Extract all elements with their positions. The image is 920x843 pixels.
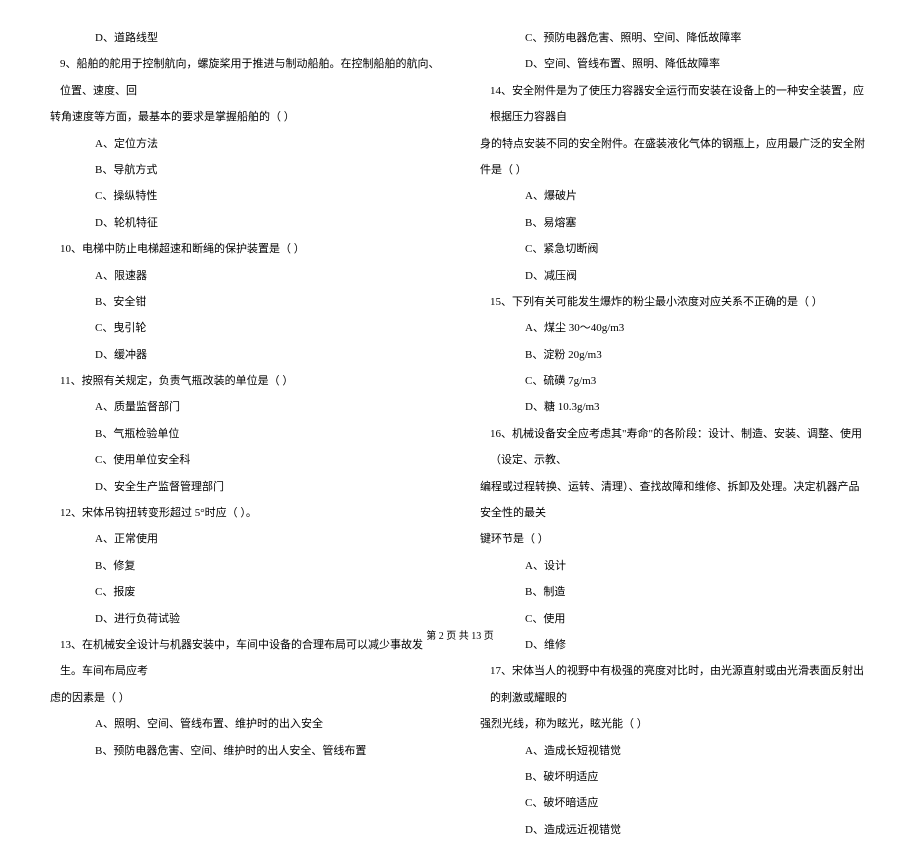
q14-text: 14、安全附件是为了使压力容器安全运行而安装在设备上的一种安全装置，应根据压力容… bbox=[480, 78, 870, 131]
q9-option-c: C、操纵特性 bbox=[50, 183, 440, 209]
q17-text: 17、宋体当人的视野中有极强的亮度对比时，由光源直射或由光滑表面反射出的刺激或耀… bbox=[480, 658, 870, 711]
q9-text-cont: 转角速度等方面，最基本的要求是掌握船舶的（ ） bbox=[50, 104, 440, 130]
content-columns: D、道路线型 9、船舶的舵用于控制航向，螺旋桨用于推进与制动船舶。在控制船舶的航… bbox=[50, 25, 870, 605]
q17-option-c: C、破坏暗适应 bbox=[480, 790, 870, 816]
q14-option-d: D、减压阀 bbox=[480, 263, 870, 289]
q17-text-cont: 强烈光线，称为眩光，眩光能（ ） bbox=[480, 711, 870, 737]
q9-text: 9、船舶的舵用于控制航向，螺旋桨用于推进与制动船舶。在控制船舶的航向、位置、速度… bbox=[50, 51, 440, 104]
q13-option-c: C、预防电器危害、照明、空间、降低故障率 bbox=[480, 25, 870, 51]
q16-text-cont1: 编程或过程转换、运转、清理）、查找故障和维修、拆卸及处理。决定机器产品安全性的最… bbox=[480, 474, 870, 527]
q14-text-cont: 身的特点安装不同的安全附件。在盛装液化气体的钢瓶上，应用最广泛的安全附件是（ ） bbox=[480, 131, 870, 184]
q16-text: 16、机械设备安全应考虑其"寿命"的各阶段：设计、制造、安装、调整、使用（设定、… bbox=[480, 421, 870, 474]
q15-option-a: A、煤尘 30～40g/m3 bbox=[480, 315, 870, 341]
q14-option-a: A、爆破片 bbox=[480, 183, 870, 209]
q11-option-b: B、气瓶检验单位 bbox=[50, 421, 440, 447]
q16-text-cont2: 键环节是（ ） bbox=[480, 526, 870, 552]
q10-option-a: A、限速器 bbox=[50, 263, 440, 289]
q17-option-d: D、造成远近视错觉 bbox=[480, 817, 870, 843]
q10-option-d: D、缓冲器 bbox=[50, 342, 440, 368]
q10-option-c: C、曳引轮 bbox=[50, 315, 440, 341]
q9-option-a: A、定位方法 bbox=[50, 131, 440, 157]
q13-text-cont: 虑的因素是（ ） bbox=[50, 685, 440, 711]
q14-option-c: C、紧急切断阀 bbox=[480, 236, 870, 262]
q17-option-a: A、造成长短视错觉 bbox=[480, 738, 870, 764]
q8-option-d: D、道路线型 bbox=[50, 25, 440, 51]
q13-option-b: B、预防电器危害、空间、维护时的出人安全、管线布置 bbox=[50, 738, 440, 764]
q10-text: 10、电梯中防止电梯超速和断绳的保护装置是（ ） bbox=[50, 236, 440, 262]
q16-option-b: B、制造 bbox=[480, 579, 870, 605]
q11-text: 11、按照有关规定，负责气瓶改装的单位是（ ） bbox=[50, 368, 440, 394]
q13-option-d: D、空间、管线布置、照明、降低故障率 bbox=[480, 51, 870, 77]
left-column: D、道路线型 9、船舶的舵用于控制航向，螺旋桨用于推进与制动船舶。在控制船舶的航… bbox=[50, 25, 440, 605]
q9-option-d: D、轮机特征 bbox=[50, 210, 440, 236]
q15-option-d: D、糖 10.3g/m3 bbox=[480, 394, 870, 420]
q17-option-b: B、破坏明适应 bbox=[480, 764, 870, 790]
q13-option-a: A、照明、空间、管线布置、维护时的出入安全 bbox=[50, 711, 440, 737]
page-footer: 第 2 页 共 13 页 bbox=[0, 627, 920, 642]
q11-option-d: D、安全生产监督管理部门 bbox=[50, 474, 440, 500]
q12-option-c: C、报废 bbox=[50, 579, 440, 605]
q15-option-b: B、淀粉 20g/m3 bbox=[480, 342, 870, 368]
q11-option-c: C、使用单位安全科 bbox=[50, 447, 440, 473]
q15-option-c: C、硫磺 7g/m3 bbox=[480, 368, 870, 394]
q12-option-a: A、正常使用 bbox=[50, 526, 440, 552]
q11-option-a: A、质量监督部门 bbox=[50, 394, 440, 420]
q16-option-a: A、设计 bbox=[480, 553, 870, 579]
q10-option-b: B、安全钳 bbox=[50, 289, 440, 315]
q9-option-b: B、导航方式 bbox=[50, 157, 440, 183]
q14-option-b: B、易熔塞 bbox=[480, 210, 870, 236]
right-column: C、预防电器危害、照明、空间、降低故障率 D、空间、管线布置、照明、降低故障率 … bbox=[480, 25, 870, 605]
q15-text: 15、下列有关可能发生爆炸的粉尘最小浓度对应关系不正确的是（ ） bbox=[480, 289, 870, 315]
q12-option-b: B、修复 bbox=[50, 553, 440, 579]
q12-text: 12、宋体吊钩扭转变形超过 5°时应（ ）。 bbox=[50, 500, 440, 526]
